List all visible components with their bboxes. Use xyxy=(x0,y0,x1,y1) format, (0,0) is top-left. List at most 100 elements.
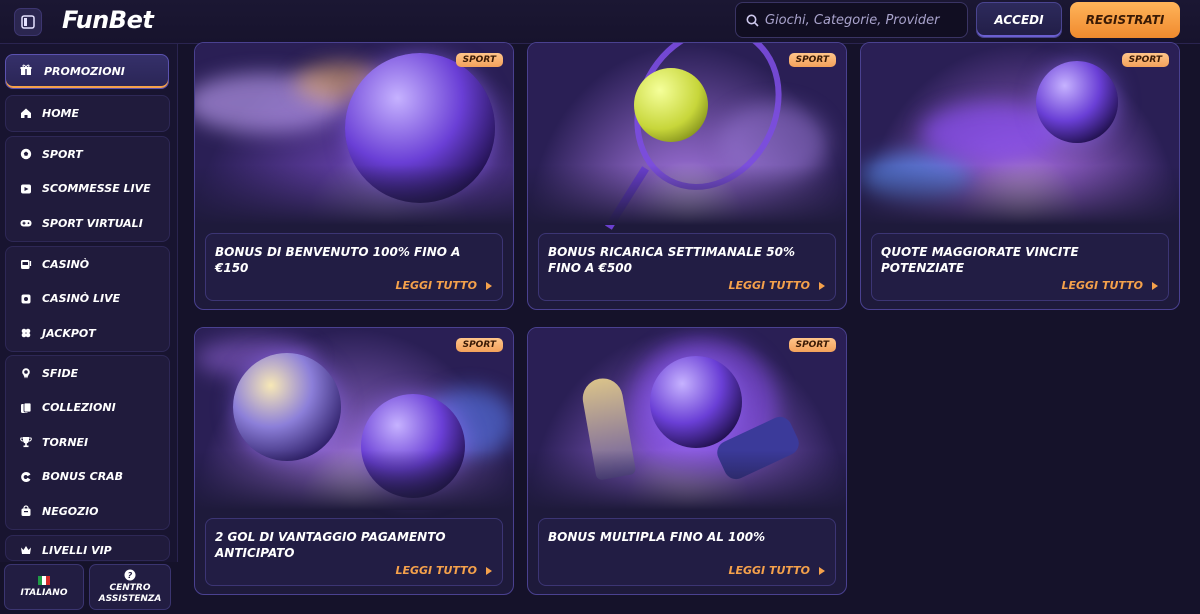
sidebar-item-casino[interactable]: CASINÒ xyxy=(6,247,169,282)
sidebar-item-bonus-crab[interactable]: BONUS CRAB xyxy=(6,460,169,495)
read-more-link[interactable]: LEGGI TUTTO xyxy=(395,279,492,292)
sidebar-item-label: CASINÒ xyxy=(42,257,90,271)
sidebar-item-sport[interactable]: SPORT xyxy=(6,137,169,172)
read-more-label: LEGGI TUTTO xyxy=(1061,279,1143,292)
crab-icon xyxy=(20,471,32,483)
promo-card[interactable]: SPORT QUOTE MAGGIORATE VINCITE POTENZIAT… xyxy=(860,42,1180,310)
sidebar-group-vip: LIVELLI VIP xyxy=(5,535,170,561)
promo-image-odds-boost xyxy=(861,43,1179,225)
language-button[interactable]: ITALIANO xyxy=(4,564,84,610)
sidebar-item-label: SFIDE xyxy=(42,366,79,380)
read-more-label: LEGGI TUTTO xyxy=(728,564,810,577)
help-icon: ? xyxy=(124,569,136,581)
category-badge: SPORT xyxy=(1121,53,1169,67)
promo-info-panel: BONUS RICARICA SETTIMANALE 50% FINO A €5… xyxy=(538,233,836,301)
read-more-label: LEGGI TUTTO xyxy=(395,279,477,292)
sidebar-item-scommesse-live[interactable]: SCOMMESSE LIVE xyxy=(6,172,169,207)
promo-title: QUOTE MAGGIORATE VINCITE POTENZIATE xyxy=(881,245,1079,275)
arrow-right-icon xyxy=(1152,281,1158,290)
promo-title: BONUS MULTIPLA FINO AL 100% xyxy=(548,530,766,544)
read-more-label: LEGGI TUTTO xyxy=(395,564,477,577)
sidebar-item-jackpot[interactable]: JACKPOT xyxy=(6,316,169,351)
trophy-icon xyxy=(20,436,32,448)
sidebar-item-home[interactable]: HOME xyxy=(6,96,169,131)
italy-flag-icon xyxy=(38,575,50,585)
sidebar-item-livelli-vip[interactable]: LIVELLI VIP xyxy=(6,536,169,560)
read-more-link[interactable]: LEGGI TUTTO xyxy=(395,564,492,577)
clover-icon xyxy=(20,327,32,339)
promo-image-tennis xyxy=(528,43,846,230)
promo-title: BONUS DI BENVENUTO 100% FINO A €150 xyxy=(215,245,461,275)
promo-image-accumulator xyxy=(528,328,846,510)
shop-bag-icon xyxy=(20,505,32,517)
funbet-logo[interactable]: FunBet xyxy=(62,6,154,36)
sidebar-item-label: SPORT xyxy=(42,147,83,161)
sidebar-item-label: SCOMMESSE LIVE xyxy=(42,182,151,196)
gift-icon xyxy=(20,64,32,79)
promo-card[interactable]: SPORT BONUS MULTIPLA FINO AL 100% LEGGI … xyxy=(527,327,847,595)
sidebar-footer: ITALIANO ? CENTRO ASSISTENZA xyxy=(0,562,178,614)
promo-title: 2 GOL DI VANTAGGIO PAGAMENTO ANTICIPATO xyxy=(215,530,446,560)
football-icon xyxy=(20,148,32,160)
crown-icon xyxy=(20,544,32,556)
promo-info-panel: QUOTE MAGGIORATE VINCITE POTENZIATE LEGG… xyxy=(871,233,1169,301)
sidebar-item-label: COLLEZIONI xyxy=(42,401,116,415)
collection-icon xyxy=(20,402,32,414)
read-more-label: LEGGI TUTTO xyxy=(728,279,810,292)
read-more-link[interactable]: LEGGI TUTTO xyxy=(728,279,825,292)
sidebar-item-tornei[interactable]: TORNEI xyxy=(6,425,169,460)
sidebar-item-label: CASINÒ LIVE xyxy=(42,292,121,306)
sidebar: PROMOZIONI HOME SPORT SCOMMESSE LIVE SPO… xyxy=(0,44,178,614)
svg-text:?: ? xyxy=(128,571,133,580)
promo-image-two-balls xyxy=(195,328,513,510)
promo-card[interactable]: SPORT BONUS RICARICA SETTIMANALE 50% FIN… xyxy=(527,42,847,310)
help-label-line-2: ASSISTENZA xyxy=(98,594,162,604)
promo-title: BONUS RICARICA SETTIMANALE 50% FINO A €5… xyxy=(548,245,795,275)
sidebar-item-label: TORNEI xyxy=(42,435,89,449)
category-badge: SPORT xyxy=(788,338,836,352)
sidebar-item-label: SPORT VIRTUALI xyxy=(42,216,143,230)
top-bar: FunBet ACCEDI REGISTRATI xyxy=(0,0,1200,44)
sidebar-toggle-button[interactable] xyxy=(14,8,42,36)
promo-info-panel: 2 GOL DI VANTAGGIO PAGAMENTO ANTICIPATO … xyxy=(205,518,503,586)
sidebar-item-label: BONUS CRAB xyxy=(42,470,124,484)
slot-machine-icon xyxy=(20,258,32,270)
sidebar-item-label: HOME xyxy=(42,106,80,120)
sidebar-group-extra: SFIDE COLLEZIONI TORNEI BONUS CRAB NEGOZ… xyxy=(5,355,170,530)
sidebar-item-label: NEGOZIO xyxy=(42,504,99,518)
sidebar-item-negozio[interactable]: NEGOZIO xyxy=(6,494,169,529)
search-box[interactable] xyxy=(735,2,968,38)
gamepad-icon xyxy=(20,217,32,229)
sidebar-toggle-icon xyxy=(21,15,35,29)
medal-icon xyxy=(20,367,32,379)
language-label: ITALIANO xyxy=(20,587,68,598)
sidebar-group-casino: CASINÒ CASINÒ LIVE JACKPOT xyxy=(5,246,170,352)
help-center-button[interactable]: ? CENTRO ASSISTENZA xyxy=(89,564,171,610)
search-icon xyxy=(746,14,759,27)
read-more-link[interactable]: LEGGI TUTTO xyxy=(1061,279,1158,292)
sidebar-item-casino-live[interactable]: CASINÒ LIVE xyxy=(6,282,169,317)
live-play-icon xyxy=(20,183,32,195)
arrow-right-icon xyxy=(819,281,825,290)
promo-image-football xyxy=(195,43,513,225)
register-button[interactable]: REGISTRATI xyxy=(1070,2,1180,38)
sidebar-group-home: HOME xyxy=(5,95,170,132)
cards-icon xyxy=(20,293,32,305)
home-icon xyxy=(20,107,32,119)
promo-card[interactable]: SPORT 2 GOL DI VANTAGGIO PAGAMENTO ANTIC… xyxy=(194,327,514,595)
arrow-right-icon xyxy=(819,566,825,575)
help-label-line-1: CENTRO xyxy=(109,583,151,593)
arrow-right-icon xyxy=(486,281,492,290)
search-input[interactable] xyxy=(765,12,965,28)
sidebar-item-sport-virtuali[interactable]: SPORT VIRTUALI xyxy=(6,206,169,241)
sidebar-item-collezioni[interactable]: COLLEZIONI xyxy=(6,391,169,426)
login-button[interactable]: ACCEDI xyxy=(976,2,1062,38)
read-more-link[interactable]: LEGGI TUTTO xyxy=(728,564,825,577)
sidebar-item-sfide[interactable]: SFIDE xyxy=(6,356,169,391)
sidebar-item-promozioni[interactable]: PROMOZIONI xyxy=(5,54,169,89)
arrow-right-icon xyxy=(486,566,492,575)
promo-card[interactable]: SPORT BONUS DI BENVENUTO 100% FINO A €15… xyxy=(194,42,514,310)
sidebar-item-label: PROMOZIONI xyxy=(44,65,125,78)
promo-info-panel: BONUS MULTIPLA FINO AL 100% LEGGI TUTTO xyxy=(538,518,836,586)
promo-info-panel: BONUS DI BENVENUTO 100% FINO A €150 LEGG… xyxy=(205,233,503,301)
